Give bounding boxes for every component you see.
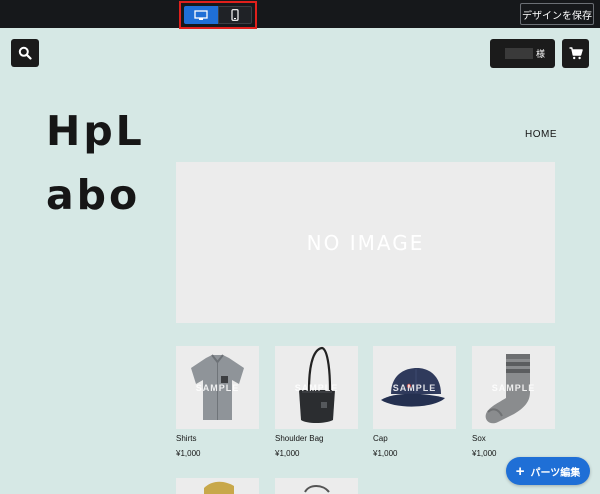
logo-line-1: HpL [46,107,145,155]
product-name[interactable]: Shoulder Bag [275,434,358,445]
plus-icon: + [515,462,525,480]
product-card-shirts[interactable]: SAMPLE Shirts ¥1,000 [176,346,259,458]
product-price: ¥1,000 [373,449,398,458]
desktop-icon [194,9,208,20]
product-image[interactable]: SAMPLE [275,346,358,429]
user-name-redacted [504,48,533,59]
sample-badge: SAMPLE [294,382,339,393]
editor-toolbar: デザインを保存 [0,0,600,29]
product-card-partial[interactable] [176,478,259,494]
user-suffix: 様 [535,49,545,59]
sample-badge: SAMPLE [392,382,437,393]
product-image[interactable]: SAMPLE [176,346,259,429]
logo-line-2: abo [46,171,141,219]
parts-edit-label: パーツ編集 [530,467,581,479]
cart-button[interactable] [562,39,589,68]
cart-icon [569,47,583,60]
mobile-icon [231,9,239,21]
product-image[interactable]: SAMPLE [472,346,555,429]
product-name[interactable]: Sox [472,434,555,445]
user-account-button[interactable]: 様 [490,39,555,68]
mobile-view-button[interactable] [218,6,252,24]
product-card-shoulder-bag[interactable]: SAMPLE Shoulder Bag ¥1,000 [275,346,358,458]
sample-badge: SAMPLE [491,382,536,393]
save-design-button[interactable]: デザインを保存 [520,3,594,25]
product-image-partial [304,485,330,493]
nav-home-link[interactable]: HOME [525,129,557,140]
device-toggle [179,1,257,29]
parts-edit-button[interactable]: + パーツ編集 [506,457,590,485]
product-name[interactable]: Shirts [176,434,259,445]
search-icon [18,46,32,60]
product-image[interactable]: SAMPLE [373,346,456,429]
product-image-partial [204,481,234,494]
hero-image-placeholder: NO IMAGE [176,162,555,323]
desktop-view-button[interactable] [184,6,218,24]
product-price: ¥1,000 [275,449,300,458]
product-name[interactable]: Cap [373,434,456,445]
sample-badge: SAMPLE [195,382,240,393]
product-card-cap[interactable]: SAMPLE Cap ¥1,000 [373,346,456,458]
site-logo[interactable]: HpL abo [46,99,145,227]
no-image-text: NO IMAGE [306,230,425,255]
product-price: ¥1,000 [176,449,201,458]
search-button[interactable] [11,39,39,67]
product-card-partial[interactable] [275,478,358,494]
product-card-sox[interactable]: SAMPLE Sox ¥1,000 [472,346,555,458]
